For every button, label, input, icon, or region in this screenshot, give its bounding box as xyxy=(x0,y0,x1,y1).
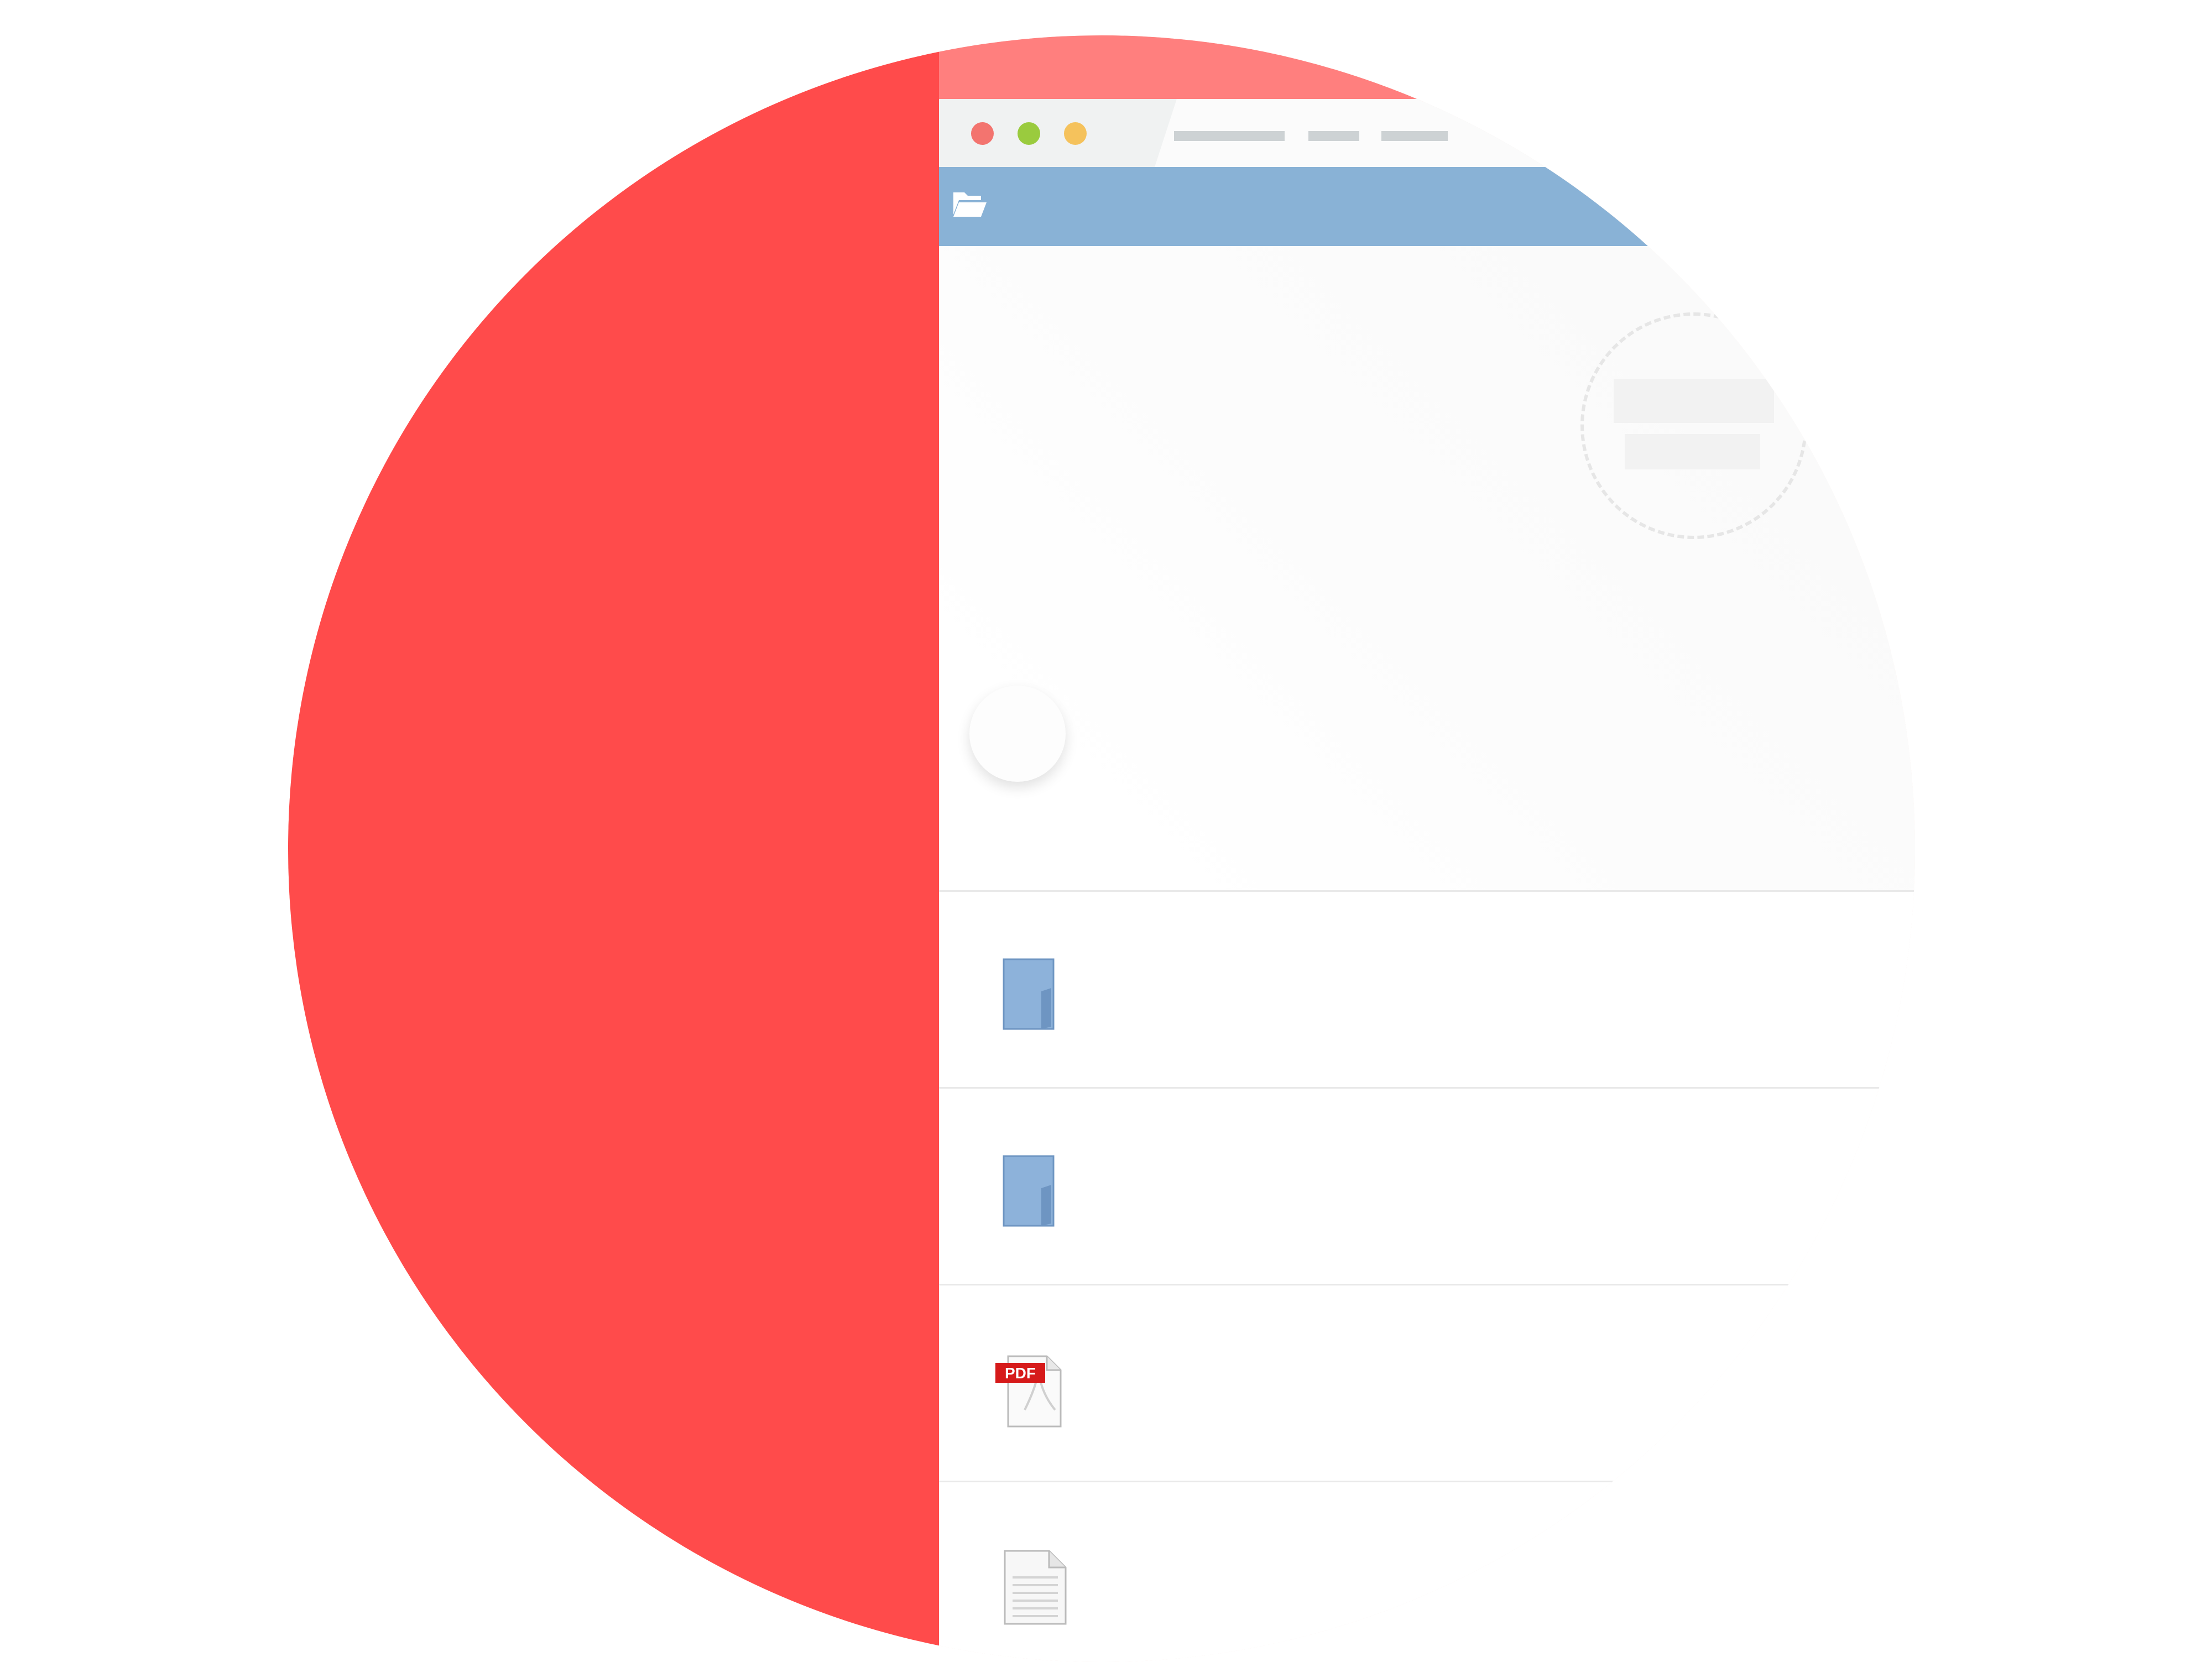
file-row[interactable] xyxy=(939,890,1915,1089)
content-area: PDF xyxy=(939,246,1915,1662)
file-row[interactable] xyxy=(939,1087,1915,1285)
avatar[interactable] xyxy=(969,686,1066,782)
placeholder-bar xyxy=(1625,434,1760,469)
close-button[interactable] xyxy=(971,122,994,145)
placeholder-bar xyxy=(1614,379,1774,423)
tab-label-placeholder xyxy=(1381,131,1448,141)
toolbar xyxy=(939,167,1915,246)
zoom-button[interactable] xyxy=(1064,122,1087,145)
minimize-button[interactable] xyxy=(1018,122,1040,145)
red-panel xyxy=(288,35,939,1662)
text-file-icon xyxy=(1003,1549,1069,1629)
circular-frame: PDF xyxy=(288,35,1915,1662)
file-row[interactable]: PDF xyxy=(939,1284,1915,1482)
title-bar xyxy=(939,99,1915,167)
file-browser-window: PDF xyxy=(939,99,1915,1662)
screenshot-stage: PDF xyxy=(0,0,2212,1662)
pdf-badge: PDF xyxy=(1005,1365,1036,1382)
tab-label-placeholder xyxy=(1174,131,1285,141)
folder-open-icon[interactable] xyxy=(951,187,989,222)
folder-icon xyxy=(1003,958,1063,1033)
upload-dropzone[interactable] xyxy=(1580,312,1807,539)
folder-icon xyxy=(1003,1155,1063,1230)
tab-label-placeholder xyxy=(1308,131,1359,141)
top-accent xyxy=(841,35,1915,102)
pdf-file-icon: PDF xyxy=(994,1352,1072,1432)
file-row[interactable] xyxy=(939,1481,1915,1662)
